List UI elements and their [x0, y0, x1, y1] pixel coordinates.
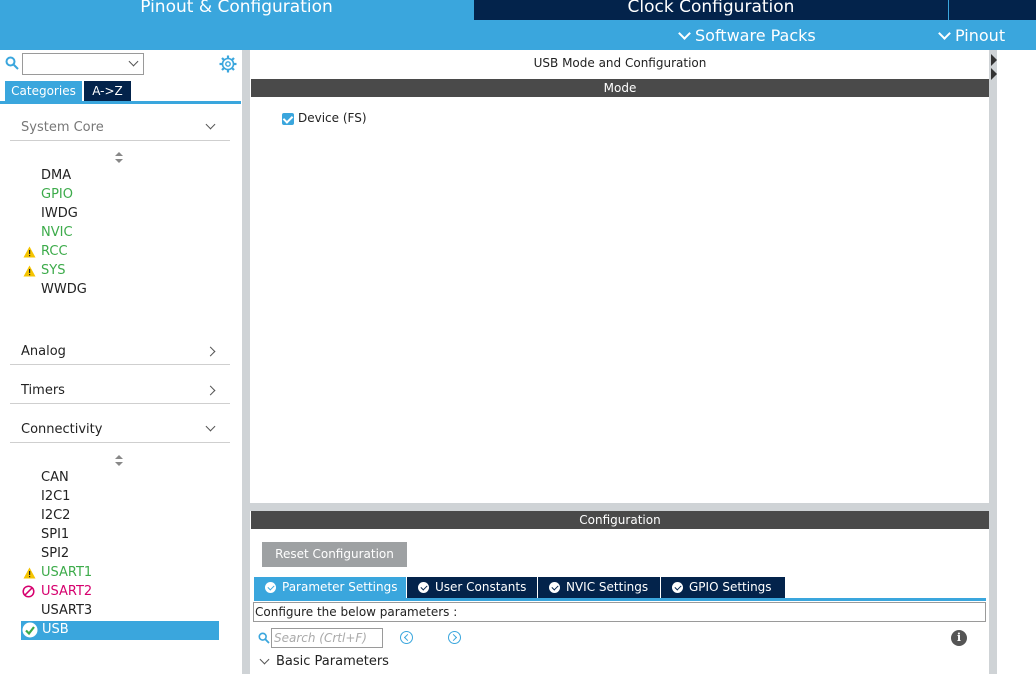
menu-label: Pinout — [955, 26, 1006, 45]
tab-label: Parameter Settings — [282, 580, 398, 594]
sort-icon[interactable] — [115, 152, 123, 164]
list-item-gpio[interactable]: GPIO — [41, 187, 73, 203]
tab-underline — [0, 101, 241, 104]
menu-label: Software Packs — [695, 26, 816, 45]
chevron-down-icon — [678, 26, 691, 40]
list-item-sys[interactable]: SYS — [41, 263, 65, 279]
tab-pinout-configuration[interactable]: Pinout & Configuration — [0, 0, 473, 20]
tab-user-constants[interactable]: User Constants — [407, 577, 537, 598]
list-item-usart3[interactable]: USART3 — [41, 603, 92, 619]
check-circle-icon — [672, 582, 683, 593]
tab-clock-configuration[interactable]: Clock Configuration — [474, 0, 948, 20]
tab-label: Clock Configuration — [627, 0, 795, 17]
list-item-can[interactable]: CAN — [41, 470, 69, 486]
list-item-wwdg[interactable]: WWDG — [41, 282, 87, 298]
parameter-search-input[interactable]: Search (Crtl+F) — [271, 628, 383, 648]
tab-label: Pinout & Configuration — [140, 0, 333, 17]
list-item-usart2[interactable]: USART2 — [41, 584, 92, 600]
search-combo[interactable] — [22, 53, 144, 75]
tab-extra[interactable] — [949, 0, 1036, 20]
chevron-down-icon[interactable] — [259, 654, 270, 665]
configure-description: Configure the below parameters : — [253, 602, 986, 622]
list-item-usb[interactable]: USB — [21, 621, 219, 640]
basic-parameters-group[interactable]: Basic Parameters — [276, 654, 389, 669]
info-icon[interactable]: i — [951, 630, 967, 646]
list-item-rcc[interactable]: RCC — [41, 244, 68, 260]
list-item-spi2[interactable]: SPI2 — [41, 546, 69, 562]
device-fs-checkbox[interactable] — [282, 113, 294, 125]
gear-icon[interactable] — [219, 55, 237, 73]
section-system-core[interactable]: System Core — [10, 111, 230, 141]
device-fs-label: Device (FS) — [298, 111, 367, 125]
list-item-spi1[interactable]: SPI1 — [41, 527, 69, 543]
chevron-down-icon — [128, 56, 139, 67]
page-title: USB Mode and Configuration — [533, 56, 707, 70]
section-label: Timers — [21, 383, 65, 398]
section-label: System Core — [21, 120, 104, 135]
chevron-down-icon — [205, 119, 216, 130]
tab-parameter-settings[interactable]: Parameter Settings — [254, 577, 406, 598]
chevron-down-icon — [938, 26, 951, 40]
section-timers[interactable]: Timers — [10, 374, 230, 404]
chevron-right-icon — [205, 346, 216, 357]
reset-configuration-button[interactable]: Reset Configuration — [262, 542, 407, 567]
tab-categories[interactable]: Categories — [5, 81, 82, 101]
panel-splitter[interactable] — [242, 50, 250, 674]
horizontal-splitter[interactable] — [250, 503, 990, 511]
check-circle-icon — [265, 582, 276, 593]
pinout-menu[interactable]: Pinout — [938, 26, 1006, 45]
list-item-i2c1[interactable]: I2C1 — [41, 489, 70, 505]
right-splitter[interactable] — [989, 50, 997, 674]
list-item-dma[interactable]: DMA — [41, 168, 71, 184]
warning-icon — [23, 265, 36, 277]
section-analog[interactable]: Analog — [10, 335, 230, 365]
list-item-iwdg[interactable]: IWDG — [41, 206, 78, 222]
warning-icon — [23, 246, 36, 258]
tab-label: GPIO Settings — [689, 580, 772, 594]
tab-label: NVIC Settings — [566, 580, 649, 594]
sort-icon[interactable] — [115, 455, 123, 467]
check-circle-icon — [418, 582, 429, 593]
chevron-right-icon[interactable] — [991, 54, 997, 66]
check-circle-icon — [22, 622, 38, 638]
list-item-usart1[interactable]: USART1 — [41, 565, 92, 581]
previous-match-icon[interactable] — [400, 631, 413, 644]
section-label: Analog — [21, 344, 66, 359]
tab-a-to-z[interactable]: A->Z — [84, 81, 131, 101]
list-item-label: USB — [42, 622, 69, 637]
configuration-header: Configuration — [251, 511, 989, 529]
software-packs-menu[interactable]: Software Packs — [678, 26, 816, 45]
tab-gpio-settings[interactable]: GPIO Settings — [661, 577, 785, 598]
tab-nvic-settings[interactable]: NVIC Settings — [538, 577, 660, 598]
section-label: Connectivity — [21, 422, 103, 437]
search-icon — [258, 632, 270, 644]
chevron-right-icon — [205, 385, 216, 396]
tab-label: User Constants — [435, 580, 527, 594]
check-circle-icon — [549, 582, 560, 593]
disabled-icon — [22, 585, 35, 598]
chevron-down-icon — [205, 421, 216, 432]
mode-header: Mode — [251, 79, 989, 97]
list-item-i2c2[interactable]: I2C2 — [41, 508, 70, 524]
warning-icon — [23, 567, 36, 579]
chevron-right-icon[interactable] — [991, 68, 997, 80]
next-match-icon[interactable] — [448, 631, 461, 644]
section-connectivity[interactable]: Connectivity — [10, 413, 230, 443]
search-icon[interactable] — [5, 56, 19, 70]
tab-underline — [254, 598, 986, 601]
list-item-nvic[interactable]: NVIC — [41, 225, 73, 241]
